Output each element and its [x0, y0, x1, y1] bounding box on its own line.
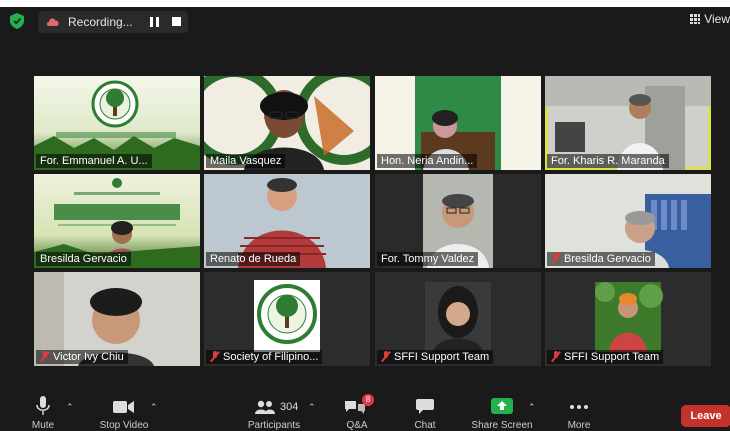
share-screen-icon — [491, 398, 513, 414]
stop-recording-icon[interactable] — [172, 17, 181, 26]
recording-label: Recording... — [68, 15, 133, 29]
qa-label: Q&A — [346, 420, 368, 431]
gallery-grid-icon — [690, 14, 701, 24]
participants-label: Participants — [247, 420, 301, 431]
video-tile[interactable]: Society of Filipino... — [204, 272, 370, 366]
muted-mic-icon — [210, 351, 220, 361]
mute-label: Mute — [31, 420, 55, 431]
video-tile[interactable]: SFFI Support Team — [375, 272, 541, 366]
more-label: More — [567, 420, 591, 431]
view-label: View — [704, 12, 730, 26]
participant-name: Maila Vasquez — [206, 154, 286, 168]
video-tile[interactable]: For. Tommy Valdez — [375, 174, 541, 268]
chat-icon — [416, 399, 434, 414]
video-tile[interactable]: Victor Ivy Chiu — [34, 272, 200, 366]
share-screen-label: Share Screen — [471, 420, 533, 431]
more-icon — [570, 405, 588, 409]
share-options-chevron-icon[interactable]: ⌃ — [528, 402, 536, 413]
video-tile[interactable]: SFFI Support Team — [545, 272, 711, 366]
video-tile[interactable]: Renato de Rueda — [204, 174, 370, 268]
participants-count: 304 — [280, 401, 299, 413]
participant-name: SFFI Support Team — [377, 350, 494, 364]
microphone-icon — [36, 396, 50, 415]
meeting-toolbar: Mute ⌃ Stop Video ⌃ 304 Participants ⌃ 8… — [0, 392, 730, 431]
participant-name: Hon. Neria Andin... — [377, 154, 478, 168]
more-button[interactable]: More — [562, 392, 596, 431]
participant-name: Bresilda Gervacio — [36, 252, 131, 266]
video-tile[interactable]: Maila Vasquez — [204, 76, 370, 170]
participant-name: SFFI Support Team — [547, 350, 664, 364]
pause-recording-icon[interactable] — [150, 17, 160, 27]
qa-badge: 8 — [362, 394, 374, 406]
participant-name: Bresilda Gervacio — [547, 252, 655, 266]
muted-mic-icon — [551, 351, 561, 361]
video-options-chevron-icon[interactable]: ⌃ — [150, 402, 158, 413]
cloud-record-icon — [46, 18, 59, 26]
participant-name: Victor Ivy Chiu — [36, 350, 128, 364]
participant-name: Society of Filipino... — [206, 350, 323, 364]
audio-options-chevron-icon[interactable]: ⌃ — [66, 402, 74, 413]
participant-name: For. Emmanuel A. U... — [36, 154, 152, 168]
participants-button[interactable]: 304 Participants — [244, 392, 304, 431]
leave-button[interactable]: Leave — [681, 405, 730, 427]
chat-label: Chat — [414, 420, 436, 431]
participants-options-chevron-icon[interactable]: ⌃ — [308, 402, 316, 413]
video-tile[interactable]: Bresilda Gervacio — [545, 174, 711, 268]
muted-mic-icon — [381, 351, 391, 361]
share-screen-button[interactable]: Share Screen — [471, 392, 533, 431]
muted-mic-icon — [40, 351, 50, 361]
view-button[interactable]: View — [690, 12, 730, 26]
qa-button[interactable]: 8 Q&A — [340, 392, 374, 431]
participant-name: Renato de Rueda — [206, 252, 301, 266]
mute-button[interactable]: Mute — [28, 392, 58, 431]
security-shield-icon[interactable] — [10, 13, 24, 29]
participant-name: For. Kharis R. Maranda — [547, 154, 669, 168]
muted-mic-icon — [551, 253, 561, 263]
chat-button[interactable]: Chat — [410, 392, 440, 431]
video-tile[interactable]: Hon. Neria Andin... — [375, 76, 541, 170]
window-top-strip — [0, 0, 730, 7]
video-tile-active-speaker[interactable]: For. Kharis R. Maranda — [545, 76, 711, 170]
stop-video-button[interactable]: Stop Video — [100, 392, 148, 431]
participants-icon — [255, 400, 275, 414]
video-tile[interactable]: For. Emmanuel A. U... — [34, 76, 200, 170]
stop-video-label: Stop Video — [99, 420, 149, 431]
recording-indicator: Recording... — [38, 11, 188, 33]
participant-name: For. Tommy Valdez — [377, 252, 479, 266]
video-camera-icon — [113, 401, 134, 413]
video-tile[interactable]: Bresilda Gervacio — [34, 174, 200, 268]
